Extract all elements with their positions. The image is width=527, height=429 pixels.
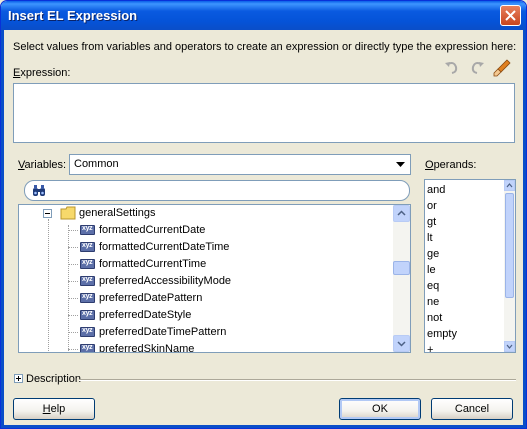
chevron-down-icon[interactable] (392, 156, 409, 173)
tree-connector (68, 247, 78, 248)
operand-item[interactable]: not (427, 312, 442, 328)
tree-item-label: preferredDatePattern (99, 292, 203, 304)
operand-item[interactable]: le (427, 264, 436, 280)
chevron-down-icon (397, 341, 406, 347)
tree-connector (68, 281, 78, 282)
scroll-down-button[interactable] (504, 341, 515, 352)
ok-button[interactable]: OK (339, 398, 421, 420)
tree-connector (68, 264, 78, 265)
operands-list[interactable]: and or gt lt ge le eq ne not empty + (424, 179, 516, 353)
collapse-icon[interactable] (43, 209, 52, 218)
instructions-text: Select values from variables and operato… (13, 41, 517, 53)
help-button[interactable]: Help (13, 398, 95, 420)
tree-item-label: formattedCurrentDate (99, 224, 206, 236)
operands-label-mnemonic: O (425, 159, 434, 171)
redo-icon[interactable] (468, 59, 486, 77)
tree-item[interactable]: preferredSkinName (19, 341, 394, 353)
variable-icon (80, 344, 95, 352)
tree-node-folder[interactable]: generalSettings (19, 205, 394, 222)
clear-icon[interactable] (493, 59, 511, 77)
variables-scope-value: Common (74, 158, 119, 170)
operand-item[interactable]: ge (427, 248, 439, 264)
variables-label: Variables: (18, 159, 66, 171)
window-frame-bottom (1, 425, 526, 428)
tree-item[interactable]: preferredDatePattern (19, 290, 394, 307)
scroll-up-button[interactable] (393, 205, 410, 222)
expression-label: Expression: (13, 67, 70, 79)
variable-icon (80, 327, 95, 337)
tree-item[interactable]: formattedCurrentDate (19, 222, 394, 239)
tree-item[interactable]: formattedCurrentDateTime (19, 239, 394, 256)
variable-icon (80, 259, 95, 269)
tree-item[interactable]: preferredDateStyle (19, 307, 394, 324)
variable-icon (80, 242, 95, 252)
chevron-down-icon (506, 344, 513, 349)
tree-folder-label: generalSettings (79, 207, 156, 219)
window-frame-right (523, 30, 526, 428)
tree-connector (68, 298, 78, 299)
operand-item[interactable]: lt (427, 232, 433, 248)
scroll-thumb[interactable] (505, 193, 514, 298)
description-toggle[interactable]: Description (26, 373, 81, 385)
operand-item[interactable]: eq (427, 280, 439, 296)
operands-label: Operands: (425, 159, 476, 171)
help-button-label: elp (50, 403, 66, 415)
window-frame-left (1, 30, 4, 428)
tree-item-label: formattedCurrentTime (99, 258, 207, 270)
tree-connector (68, 332, 78, 333)
binoculars-icon (33, 185, 45, 196)
tree-item-label: preferredAccessibilityMode (99, 275, 232, 287)
tree-item-label: preferredSkinName (99, 343, 195, 353)
insert-el-expression-dialog: Insert EL Expression Select values from … (0, 0, 527, 429)
close-icon (505, 10, 516, 21)
undo-icon[interactable] (443, 59, 461, 77)
close-button[interactable] (500, 5, 521, 26)
variables-search-input[interactable] (49, 183, 399, 198)
cancel-button[interactable]: Cancel (431, 398, 513, 420)
expression-input[interactable] (13, 83, 515, 143)
scroll-down-button[interactable] (393, 335, 410, 352)
tree-item-label: preferredDateStyle (99, 309, 192, 321)
title-bar[interactable]: Insert EL Expression (1, 1, 526, 30)
operand-item[interactable]: and (427, 184, 445, 200)
variables-search[interactable] (24, 180, 410, 201)
variable-icon (80, 225, 95, 235)
help-button-mnemonic: H (42, 403, 51, 415)
operand-item[interactable]: or (427, 200, 437, 216)
operands-scrollbar[interactable] (504, 180, 515, 352)
variable-icon (80, 293, 95, 303)
tree-item[interactable]: formattedCurrentTime (19, 256, 394, 273)
tree-connector (68, 230, 78, 231)
folder-icon (60, 206, 76, 220)
chevron-up-icon (397, 210, 406, 216)
scroll-thumb[interactable] (393, 261, 410, 275)
variable-icon (80, 310, 95, 320)
variables-scope-select[interactable]: Common (69, 154, 411, 175)
tree-item[interactable]: preferredAccessibilityMode (19, 273, 394, 290)
tree-item-label: formattedCurrentDateTime (99, 241, 230, 253)
operand-item[interactable]: ne (427, 296, 439, 312)
expression-label-text: xpression: (20, 67, 71, 79)
operands-label-text: perands: (433, 159, 477, 171)
tree-scrollbar[interactable] (393, 205, 410, 352)
chevron-up-icon (506, 183, 513, 188)
tree-item[interactable]: preferredDateTimePattern (19, 324, 394, 341)
window-title: Insert EL Expression (8, 8, 138, 23)
divider (79, 379, 516, 381)
operand-item[interactable]: + (427, 344, 433, 352)
scroll-up-button[interactable] (504, 180, 515, 191)
variables-label-text: ariables: (24, 159, 67, 171)
tree-connector (68, 315, 78, 316)
expand-icon[interactable] (14, 374, 23, 383)
operand-item[interactable]: empty (427, 328, 457, 344)
variable-icon (80, 276, 95, 286)
tree-connector (68, 349, 78, 350)
variables-tree[interactable]: generalSettings formattedCurrentDate for… (18, 204, 411, 353)
tree-item-label: preferredDateTimePattern (99, 326, 227, 338)
operand-item[interactable]: gt (427, 216, 436, 232)
